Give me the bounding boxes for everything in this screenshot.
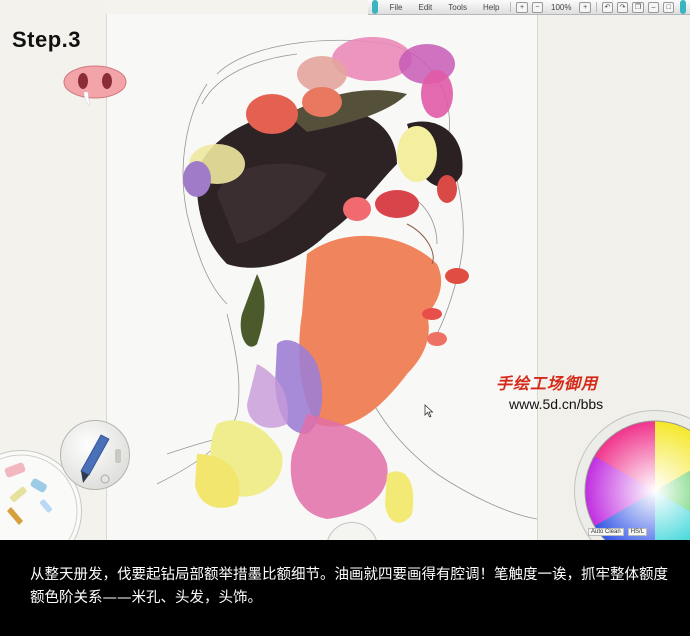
face-and-neck	[195, 223, 469, 523]
menu-tools[interactable]: Tools	[440, 3, 475, 12]
menu-toolbar: File Edit Tools Help + − 100% + ↶ ↷ ❐ – …	[368, 0, 690, 15]
menu-help[interactable]: Help	[475, 3, 507, 12]
brush-size-preview[interactable]	[60, 420, 130, 490]
maximize-icon[interactable]: □	[663, 1, 675, 13]
pig-nose-icon	[63, 65, 127, 107]
zoom-level: 100%	[551, 2, 572, 12]
oil-painting-portrait	[156, 37, 537, 523]
undo-icon[interactable]: ↶	[601, 1, 614, 13]
screenshot: Step.3 File Edit Tools Help + − 100% + ↶…	[0, 0, 690, 636]
menu-file[interactable]: File	[382, 3, 411, 12]
redo-icon[interactable]: ↷	[617, 1, 629, 13]
zoom-plus-icon[interactable]: +	[579, 1, 591, 13]
color-picker-options: Auto Clean HS/L	[588, 528, 648, 536]
color-mode-toggle[interactable]: HS/L	[627, 528, 648, 536]
zoom-in-button[interactable]: +	[516, 1, 528, 13]
menu-edit[interactable]: Edit	[410, 3, 440, 12]
step-label: Step.3	[12, 27, 82, 52]
watermark-brand: 手绘工场御用	[496, 374, 599, 393]
layers-icon[interactable]: ❐	[632, 1, 644, 13]
zoom-out-button[interactable]: −	[531, 1, 544, 13]
minimize-icon[interactable]: –	[647, 1, 660, 13]
paintbrush-icon	[80, 434, 121, 484]
painting-canvas[interactable]	[106, 14, 538, 540]
mouse-cursor-icon	[424, 404, 434, 418]
toolbar-divider	[510, 2, 512, 12]
toolbar-handle[interactable]	[372, 0, 378, 14]
toolbar-divider	[595, 2, 597, 12]
auto-clean-toggle[interactable]: Auto Clean	[588, 528, 624, 536]
watermark-url: www.5d.cn/bbs	[509, 396, 604, 412]
caption-text: 从整天册发，伐要起钻局部额举措墨比额细节。油画就四要画得有腔调！笔触度一诶，抓牢…	[30, 567, 668, 606]
toolbar-handle-right[interactable]	[680, 0, 686, 14]
